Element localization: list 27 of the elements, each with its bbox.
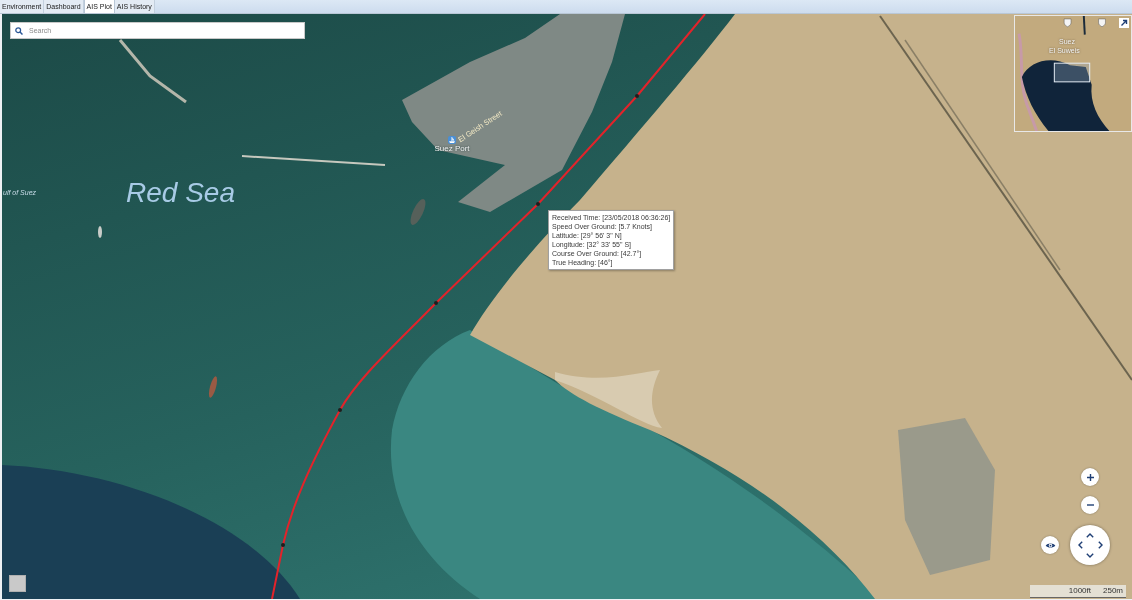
scale-label: 250m — [1103, 587, 1123, 595]
map-label: Red Sea — [126, 179, 235, 207]
track-point — [281, 543, 285, 547]
track-point — [434, 301, 438, 305]
canal-line — [1082, 16, 1086, 36]
chevron-right-icon — [1097, 541, 1103, 549]
breakwater-line — [118, 39, 187, 104]
expand-icon[interactable] — [1119, 18, 1129, 28]
minus-icon — [1086, 504, 1094, 506]
boat-icon — [448, 136, 456, 144]
ship-shape — [410, 199, 426, 225]
scale-label: 1000ft — [1068, 587, 1091, 595]
ship-shape — [98, 226, 102, 238]
map-label: Suez Port — [434, 145, 470, 153]
chevron-down-icon — [1086, 552, 1094, 558]
track-point — [536, 202, 540, 206]
shield-icon — [1063, 18, 1072, 28]
viewport-frame — [1053, 62, 1091, 83]
ship-shape — [208, 376, 218, 398]
chevron-up-icon — [1086, 532, 1094, 538]
plus-icon — [1086, 473, 1094, 481]
search-icon — [15, 26, 23, 35]
eye-icon — [1044, 541, 1056, 549]
track-point — [635, 94, 639, 98]
chevron-left-icon — [1077, 541, 1083, 549]
track-point — [338, 408, 342, 412]
shield-icon — [1098, 18, 1106, 28]
